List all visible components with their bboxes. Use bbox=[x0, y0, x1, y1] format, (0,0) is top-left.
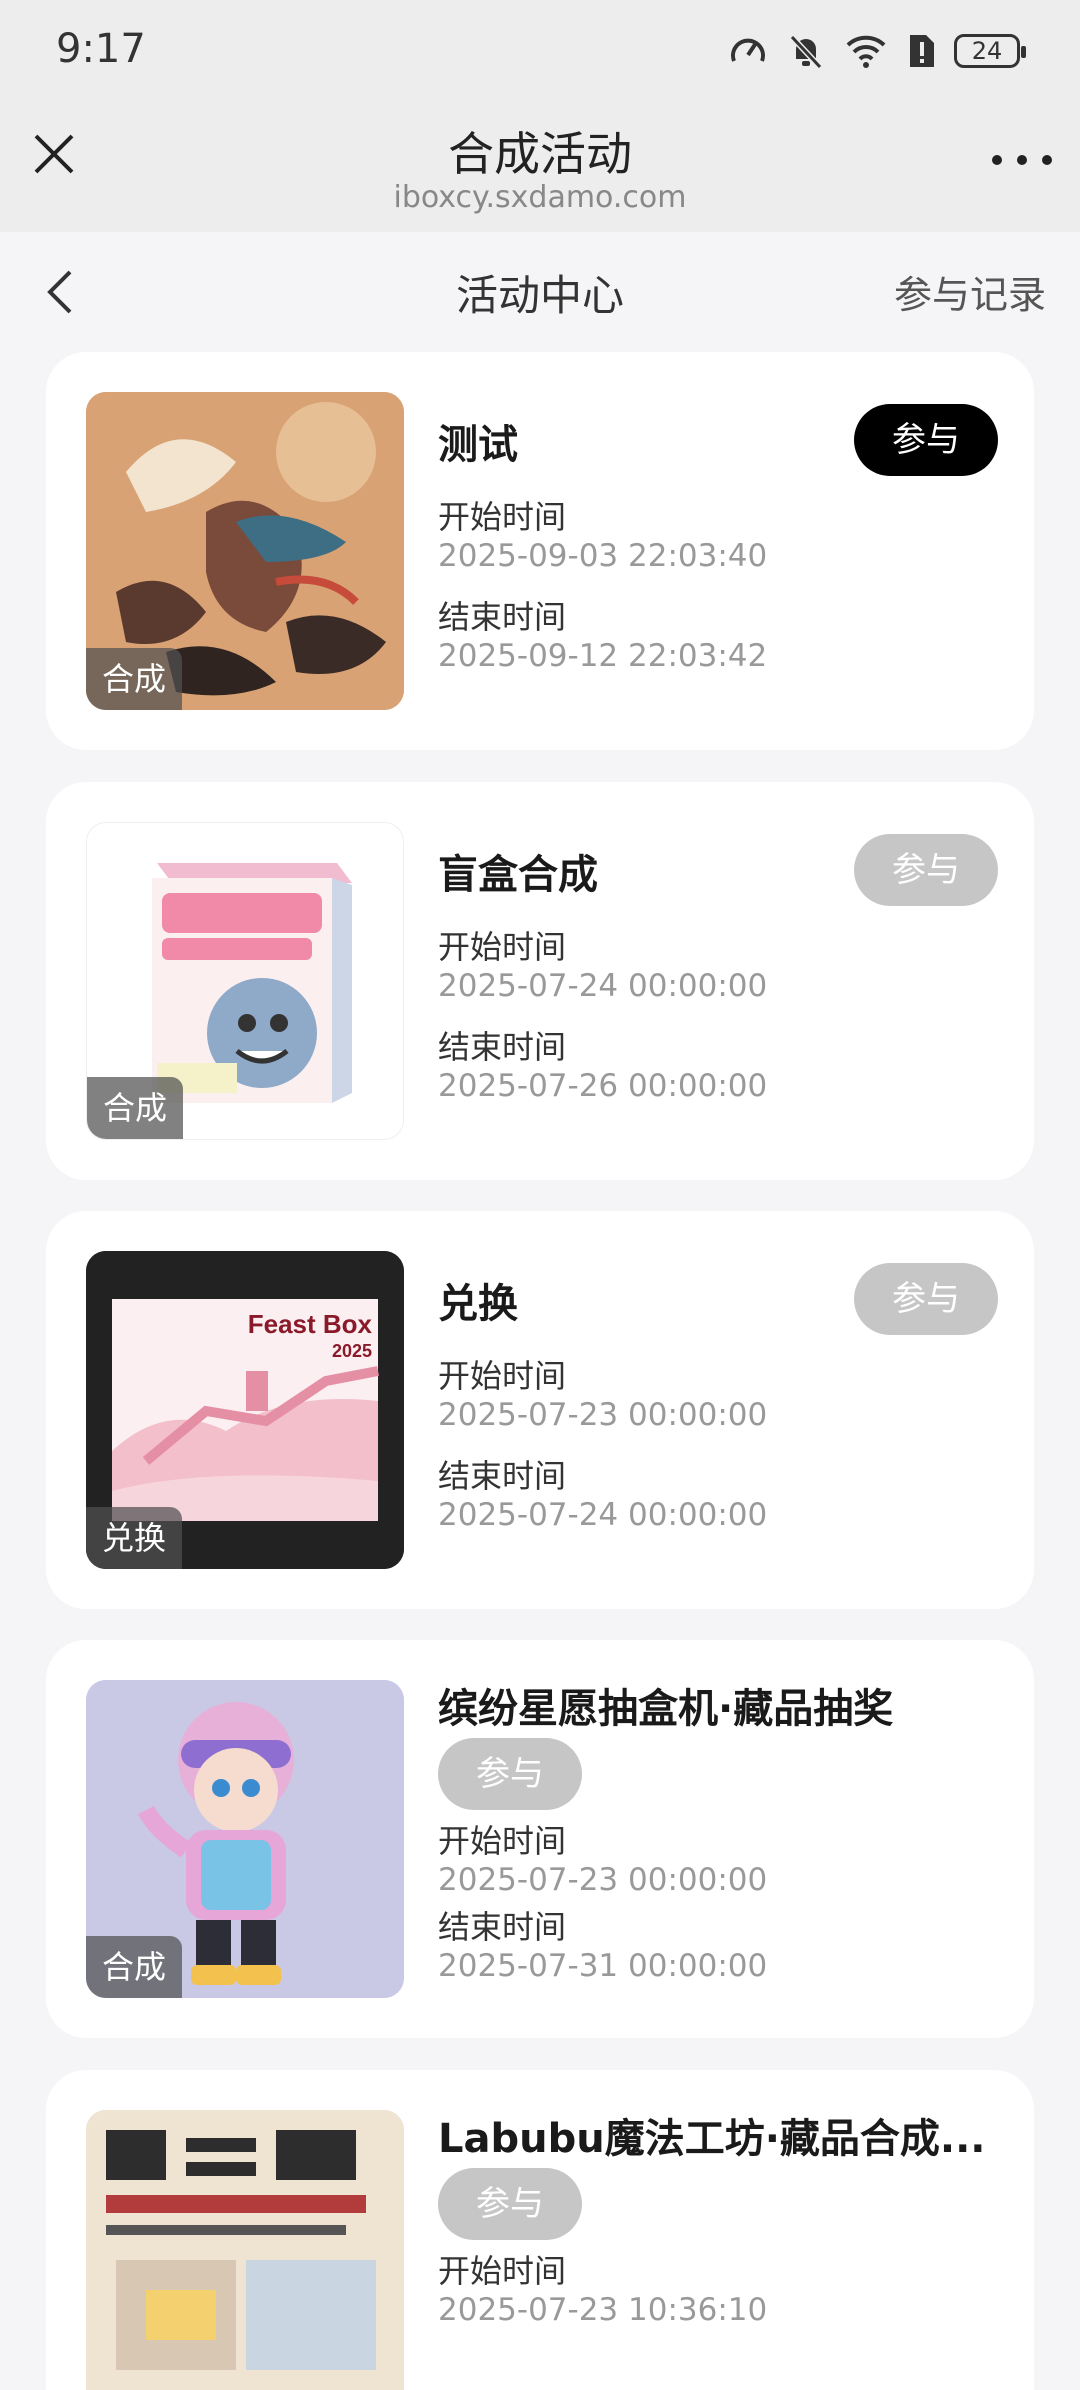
activity-type-tag: 合成 bbox=[87, 1077, 184, 1139]
status-time: 9:17 bbox=[56, 26, 146, 72]
activity-card[interactable]: 合成 测试 开始时间 2025-09-03 22:03:40 结束时间 2025… bbox=[46, 352, 1034, 750]
join-button[interactable]: 参与 bbox=[854, 1263, 998, 1335]
battery-icon: 24 bbox=[954, 34, 1026, 68]
activity-card[interactable]: 合成 盲盒合成 开始时间 2025-07-24 00:00:00 结束时间 20… bbox=[46, 782, 1034, 1180]
start-time-label: 开始时间 bbox=[438, 1357, 567, 1395]
start-time-label: 开始时间 bbox=[438, 498, 567, 536]
end-time-label: 结束时间 bbox=[438, 598, 567, 636]
start-time-value: 2025-07-24 00:00:00 bbox=[438, 968, 768, 1004]
activity-title: 缤纷星愿抽盒机·藏品抽奖 bbox=[438, 1686, 894, 1732]
end-time-value: 2025-07-31 00:00:00 bbox=[438, 1948, 768, 1984]
wifi-icon bbox=[846, 35, 886, 68]
activity-title: 盲盒合成 bbox=[438, 852, 598, 898]
image-caption-year: 2025 bbox=[331, 1341, 372, 1361]
page-nav: 活动中心 参与记录 bbox=[0, 232, 1080, 352]
more-dot-icon bbox=[1017, 155, 1027, 165]
activity-thumbnail: 合成 bbox=[86, 392, 404, 710]
join-button[interactable]: 参与 bbox=[438, 1738, 582, 1810]
activity-type-tag: 兑换 bbox=[86, 1507, 183, 1569]
poster-image bbox=[86, 2110, 404, 2390]
activity-thumbnail: Feast Box 2025 兑换 bbox=[86, 1251, 404, 1569]
activity-type-tag: 合成 bbox=[86, 648, 183, 710]
join-button[interactable]: 参与 bbox=[854, 834, 998, 906]
more-dot-icon bbox=[1042, 155, 1052, 165]
activity-card[interactable]: Feast Box 2025 兑换 兑换 开始时间 2025-07-23 00:… bbox=[46, 1211, 1034, 1609]
activity-info: Labubu魔法工坊·藏品合成... 参与 开始时间 2025-07-23 10… bbox=[438, 2106, 1008, 2328]
start-time-value: 2025-09-03 22:03:40 bbox=[438, 538, 768, 574]
status-icons: 24 bbox=[728, 28, 1026, 74]
image-caption-title: Feast Box bbox=[247, 1309, 372, 1339]
activity-card[interactable]: Labubu魔法工坊·藏品合成... 参与 开始时间 2025-07-23 10… bbox=[46, 2070, 1034, 2390]
start-time-label: 开始时间 bbox=[438, 1822, 567, 1860]
speedometer-icon bbox=[731, 38, 765, 62]
activity-info: 缤纷星愿抽盒机·藏品抽奖 参与 开始时间 2025-07-23 00:00:00… bbox=[438, 1676, 1008, 1984]
activity-thumbnail: 合成 bbox=[86, 822, 404, 1140]
activity-title: 兑换 bbox=[438, 1281, 518, 1327]
start-time-value: 2025-07-23 10:36:10 bbox=[438, 2292, 768, 2328]
browser-url: iboxcy.sxdamo.com bbox=[393, 180, 687, 215]
sim-alert-icon bbox=[910, 35, 934, 67]
start-time-label: 开始时间 bbox=[438, 2252, 567, 2290]
start-time-value: 2025-07-23 00:00:00 bbox=[438, 1397, 768, 1433]
activity-title: Labubu魔法工坊·藏品合成... bbox=[438, 2116, 986, 2162]
join-button[interactable]: 参与 bbox=[854, 404, 998, 476]
more-dot-icon bbox=[992, 155, 1002, 165]
more-options-button[interactable] bbox=[992, 150, 1052, 170]
join-button[interactable]: 参与 bbox=[438, 2168, 582, 2240]
end-time-label: 结束时间 bbox=[438, 1028, 567, 1066]
status-bar: 9:17 24 bbox=[0, 0, 1080, 100]
end-time-label: 结束时间 bbox=[438, 1457, 567, 1495]
activity-thumbnail bbox=[86, 2110, 404, 2390]
browser-header: 合成活动 iboxcy.sxdamo.com bbox=[0, 100, 1080, 232]
start-time-label: 开始时间 bbox=[438, 928, 567, 966]
activity-type-tag: 合成 bbox=[86, 1936, 183, 1998]
start-time-value: 2025-07-23 00:00:00 bbox=[438, 1862, 768, 1898]
activity-thumbnail: 合成 bbox=[86, 1680, 404, 1998]
end-time-value: 2025-07-26 00:00:00 bbox=[438, 1068, 768, 1104]
activity-title: 测试 bbox=[438, 422, 518, 468]
bell-muted-icon bbox=[789, 34, 823, 70]
participation-records-link[interactable]: 参与记录 bbox=[894, 264, 1046, 319]
end-time-value: 2025-07-24 00:00:00 bbox=[438, 1497, 768, 1533]
end-time-label: 结束时间 bbox=[438, 1908, 567, 1946]
browser-title: 合成活动 bbox=[448, 127, 632, 181]
activity-card[interactable]: 合成 缤纷星愿抽盒机·藏品抽奖 参与 开始时间 2025-07-23 00:00… bbox=[46, 1640, 1034, 2038]
end-time-value: 2025-09-12 22:03:42 bbox=[438, 638, 768, 674]
